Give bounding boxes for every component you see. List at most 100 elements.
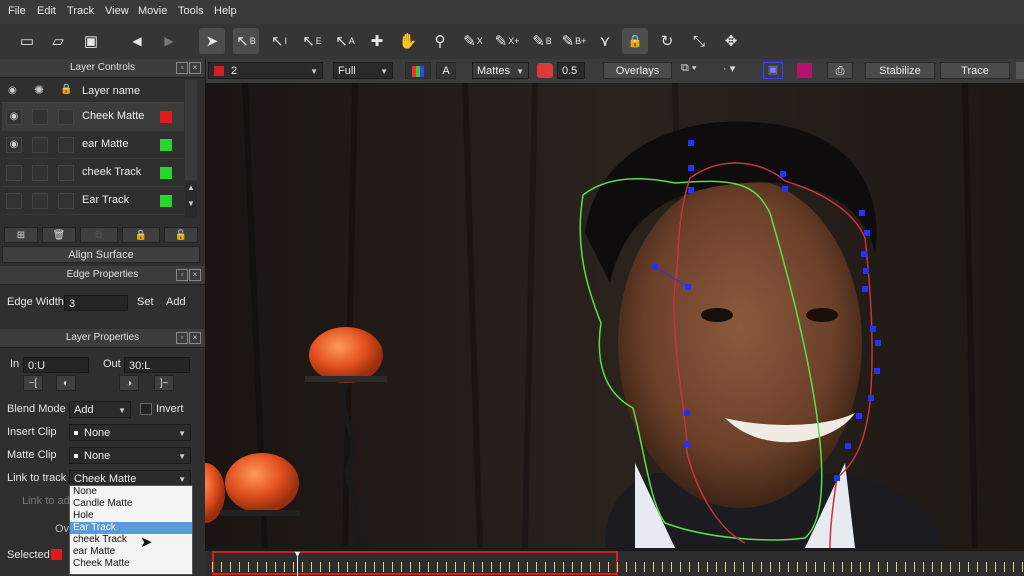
dropdown-option[interactable]: Cheek Matte [70, 558, 192, 570]
menu-track[interactable]: Track [67, 5, 94, 17]
add-button[interactable]: Add [166, 296, 186, 308]
pen-x-icon[interactable]: ✎ X [460, 28, 486, 54]
layer-row[interactable]: Ear Track [2, 187, 184, 215]
dropdown-option[interactable]: cheek Track [70, 534, 192, 546]
matte-clip-select[interactable]: None ▼ [69, 447, 191, 464]
add-layer-icon[interactable]: ⊞ [4, 227, 38, 243]
back-arrow-icon[interactable]: ◀ [124, 28, 150, 54]
layer-option-toggle[interactable] [32, 137, 48, 153]
panel-scroll-handle[interactable] [1016, 62, 1024, 79]
add-point-icon[interactable]: ✚ [364, 28, 390, 54]
rgb-channel-icon[interactable] [405, 62, 431, 79]
undock-icon[interactable]: ▫ [176, 269, 188, 281]
select-a-icon[interactable]: ↖ A [332, 28, 358, 54]
overlay-color-swatch[interactable] [797, 63, 812, 78]
timeline[interactable]: ▼ [205, 548, 1024, 576]
forward-arrow-icon[interactable]: ▶ [156, 28, 182, 54]
playhead-icon[interactable]: ▼ [293, 550, 303, 559]
layer-option-toggle[interactable] [32, 109, 48, 125]
close-icon[interactable]: × [189, 62, 201, 74]
dropdown-option[interactable]: Hole [70, 510, 192, 522]
close-icon[interactable]: × [189, 332, 201, 344]
visibility-toggle[interactable] [6, 165, 22, 181]
lock-icon[interactable]: 🔒 [622, 28, 648, 54]
rotate-icon[interactable]: ↻ [654, 28, 680, 54]
dropdown-option[interactable]: Candle Matte [70, 498, 192, 510]
layers-view-icon[interactable]: ⧉ ▾ [681, 62, 713, 79]
bounding-box-icon[interactable]: ▣ [763, 62, 783, 79]
layer-lock-toggle[interactable] [58, 137, 74, 153]
layer-lock-toggle[interactable] [58, 165, 74, 181]
set-in-icon[interactable]: −[ [23, 375, 43, 391]
overlays-button[interactable]: Overlays [603, 62, 672, 79]
menu-tools[interactable]: Tools [178, 5, 204, 17]
new-document-icon[interactable]: ▭ [14, 28, 40, 54]
dropdown-option[interactable]: None [70, 486, 192, 498]
move-icon[interactable]: ✥ [718, 28, 744, 54]
visibility-toggle[interactable] [6, 193, 22, 209]
video-viewport[interactable] [205, 83, 1024, 548]
layer-list-scrollbar[interactable] [185, 80, 197, 180]
set-button[interactable]: Set [137, 296, 154, 308]
duplicate-layer-icon[interactable]: ⧉ [80, 227, 118, 243]
layer-select[interactable]: 2 ▼ [208, 62, 323, 79]
select-b-icon[interactable]: ↖ B [233, 28, 259, 54]
out-point-field[interactable]: 30:L [124, 357, 190, 373]
stabilize-button[interactable]: Stabilize [865, 62, 935, 79]
resolution-select[interactable]: Full ▼ [333, 62, 393, 79]
menu-movie[interactable]: Movie [138, 5, 167, 17]
mattes-select[interactable]: Mattes ▼ [472, 62, 529, 79]
alpha-channel-button[interactable]: A [436, 62, 456, 79]
layer-list-scroll-buttons[interactable]: ▲ ▼ [185, 182, 197, 218]
edge-width-field[interactable]: 3 [64, 295, 128, 311]
layer-lock-toggle[interactable] [58, 109, 74, 125]
lock-all-icon[interactable]: 🔒 [122, 227, 160, 243]
pen-b-icon[interactable]: ✎ B [529, 28, 555, 54]
pen-b-plus-icon[interactable]: ✎ B+ [561, 28, 587, 54]
zoom-icon[interactable]: ⚲ [427, 28, 453, 54]
hand-pan-icon[interactable]: ✋ [395, 28, 421, 54]
undock-icon[interactable]: ▫ [176, 62, 188, 74]
layer-row[interactable]: ◉ Cheek Matte [2, 103, 184, 131]
pen-x-plus-icon[interactable]: ✎ X+ [494, 28, 520, 54]
selected-color-swatch[interactable] [51, 549, 62, 560]
point-view-icon[interactable]: · ▾ [723, 62, 753, 79]
opacity-icon[interactable] [537, 63, 553, 78]
opacity-field[interactable]: 0.5 [557, 62, 585, 79]
scale-icon[interactable]: ⤡ [686, 28, 712, 54]
dropdown-option[interactable]: ear Matte [70, 546, 192, 558]
eye-icon[interactable]: ◉ [6, 137, 22, 153]
menu-file[interactable]: File [8, 5, 26, 17]
select-i-icon[interactable]: ↖ I [266, 28, 292, 54]
link-to-track-dropdown[interactable]: None Candle Matte Hole Ear Track cheek T… [69, 485, 193, 575]
insert-clip-select[interactable]: None ▼ [69, 424, 191, 441]
snapshot-icon[interactable]: ⎙ [827, 62, 853, 79]
in-point-field[interactable]: 0:U [23, 357, 89, 373]
menu-view[interactable]: View [105, 5, 129, 17]
open-folder-icon[interactable]: ▱ [45, 28, 71, 54]
select-pointer-icon[interactable]: ➤ [199, 28, 225, 54]
blend-mode-select[interactable]: Add ▼ [69, 401, 131, 418]
menu-help[interactable]: Help [214, 5, 237, 17]
undock-icon[interactable]: ▫ [176, 332, 188, 344]
delete-layer-icon[interactable]: 🗑 [42, 227, 76, 243]
layer-option-toggle[interactable] [32, 193, 48, 209]
menu-edit[interactable]: Edit [37, 5, 56, 17]
trace-button[interactable]: Trace [940, 62, 1010, 79]
dropdown-option-highlighted[interactable]: Ear Track [70, 522, 192, 534]
layer-row[interactable]: ◉ ear Matte [2, 131, 184, 159]
select-e-icon[interactable]: ↖ E [299, 28, 325, 54]
layer-lock-toggle[interactable] [58, 193, 74, 209]
goto-in-icon[interactable]: ◐ [56, 375, 76, 391]
eye-icon[interactable]: ◉ [6, 109, 22, 125]
unlock-all-icon[interactable]: 🔓 [164, 227, 198, 243]
save-icon[interactable]: ▣ [78, 28, 104, 54]
layer-row[interactable]: cheek Track [2, 159, 184, 187]
align-surface-button[interactable]: Align Surface [2, 246, 200, 263]
set-out-icon[interactable]: ]− [154, 375, 174, 391]
close-icon[interactable]: × [189, 269, 201, 281]
layer-option-toggle[interactable] [32, 165, 48, 181]
goto-out-icon[interactable]: ◑ [119, 375, 139, 391]
invert-checkbox[interactable] [140, 403, 152, 415]
join-icon[interactable]: ⋎ [592, 28, 618, 54]
